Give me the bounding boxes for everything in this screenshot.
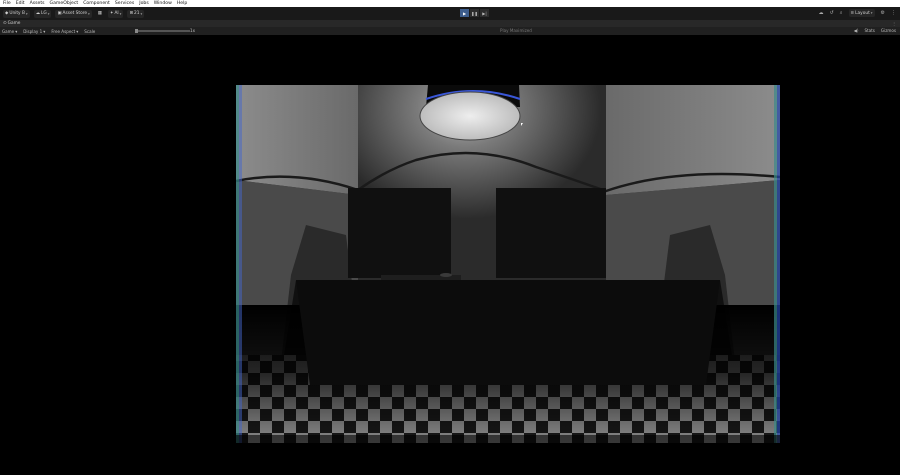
- mode-label: Game: [2, 28, 15, 34]
- menu-bar: File Edit Assets GameObject Component Se…: [0, 0, 900, 7]
- gizmos-dropdown[interactable]: Gizmos: [881, 27, 896, 35]
- play-icon: ▶: [462, 10, 467, 16]
- step-button[interactable]: ▶|: [480, 9, 489, 17]
- tab-game-label: Game: [7, 21, 21, 26]
- cloud-icon: ☁: [35, 11, 40, 16]
- tab-menu-icon[interactable]: ⋮: [892, 20, 896, 27]
- menu-gameobject[interactable]: GameObject: [50, 0, 79, 7]
- menu-window[interactable]: Window: [154, 0, 172, 7]
- package-icon: ⊞: [129, 11, 134, 16]
- tab-game[interactable]: ⊙ Game: [3, 21, 20, 26]
- chevron-down-icon: ▾: [870, 11, 873, 15]
- mouse: [440, 273, 452, 277]
- game-view-toolbar: Game ▾ Display 1 ▾ Free Aspect ▾ Scale 1…: [0, 27, 900, 35]
- menu-file[interactable]: File: [3, 0, 11, 7]
- asset-store-label: Asset Store: [62, 11, 88, 16]
- ai-label: AI: [114, 11, 119, 16]
- ai-dropdown[interactable]: ✦ AI ▾: [107, 9, 124, 18]
- menu-assets[interactable]: Assets: [30, 0, 45, 7]
- left-monitor: [348, 188, 451, 278]
- account-label: Unity B: [9, 11, 25, 16]
- menu-jobs[interactable]: Jobs: [139, 0, 148, 7]
- chevron-down-icon: ▾: [15, 28, 18, 34]
- menu-edit[interactable]: Edit: [16, 0, 25, 7]
- store-icon: ▣: [57, 11, 62, 16]
- pause-button[interactable]: ❚❚: [470, 9, 479, 17]
- chevron-down-icon: ▾: [25, 11, 28, 16]
- mouse-cursor: [521, 123, 523, 126]
- layout-label: Layout: [855, 10, 870, 16]
- cloud-services-icon[interactable]: ☁: [819, 10, 824, 16]
- version-dropdown[interactable]: ⊞ 21 ▾: [127, 9, 145, 18]
- lamp-bulb-glow: [419, 91, 521, 141]
- gamepad-icon: ⊙: [3, 21, 7, 26]
- chevron-down-icon: ▾: [88, 11, 90, 16]
- pause-icon: ❚❚: [471, 10, 478, 16]
- scale-label: Scale: [84, 28, 96, 34]
- step-icon: ▶|: [482, 10, 487, 16]
- play-controls: ▶ ❚❚ ▶|: [460, 9, 489, 17]
- layout-dropdown[interactable]: ≡ Layout ▾: [848, 9, 875, 17]
- version-label: 21: [134, 11, 140, 16]
- display-dropdown[interactable]: Display 1 ▾: [23, 29, 45, 34]
- play-maximized-dropdown[interactable]: Play Maximized: [500, 27, 532, 35]
- play-button[interactable]: ▶: [460, 9, 469, 17]
- chevron-down-icon: ▾: [43, 28, 46, 34]
- account-dropdown[interactable]: ◆ Unity B ▾: [3, 9, 30, 18]
- lighting-dropdown[interactable]: ☁ LG ▾: [33, 9, 52, 18]
- main-toolbar: ◆ Unity B ▾ ☁ LG ▾ ▣ Asset Store ▾ ▦ ✦ A…: [0, 7, 900, 20]
- gear-icon[interactable]: ⚙: [881, 10, 885, 16]
- chevron-down-icon: ▾: [76, 28, 79, 34]
- scale-slider-handle[interactable]: [135, 29, 138, 33]
- scene-render: [236, 85, 780, 443]
- asset-store-button[interactable]: ▣ Asset Store ▾: [55, 9, 92, 18]
- game-viewport[interactable]: [0, 35, 900, 475]
- menu-help[interactable]: Help: [177, 0, 187, 7]
- grid-icon: ▦: [97, 11, 102, 16]
- speaker-icon[interactable]: ◀): [854, 27, 859, 35]
- mode-dropdown[interactable]: Game ▾: [2, 29, 17, 34]
- menu-services[interactable]: Services: [115, 0, 134, 7]
- history-icon[interactable]: ↺: [830, 10, 834, 16]
- grid-button[interactable]: ▦: [96, 10, 104, 18]
- chevron-down-icon: ▾: [140, 11, 143, 16]
- scale-slider-track[interactable]: [138, 30, 190, 32]
- right-monitor: [496, 188, 606, 278]
- scale-value: 1x: [190, 28, 196, 33]
- rendered-scene: [236, 85, 780, 443]
- editor-tab-bar: ⊙ Game ⋮: [0, 20, 900, 27]
- more-icon[interactable]: ⋮: [891, 10, 896, 16]
- sparkle-icon: ✦: [109, 11, 114, 16]
- lighting-label: LG: [40, 11, 47, 16]
- chevron-down-icon: ▾: [119, 11, 122, 16]
- unity-logo-icon: ◆: [5, 11, 9, 16]
- chevron-down-icon: ▾: [47, 11, 50, 16]
- stats-button[interactable]: Stats: [864, 27, 874, 35]
- aspect-label: Free Aspect: [51, 28, 76, 34]
- right-wall: [606, 85, 780, 195]
- aspect-dropdown[interactable]: Free Aspect ▾: [51, 29, 78, 34]
- layers-icon: ≡: [850, 10, 855, 16]
- display-label: Display 1: [23, 28, 43, 34]
- menu-component[interactable]: Component: [83, 0, 110, 7]
- search-icon[interactable]: ⌕: [840, 10, 843, 16]
